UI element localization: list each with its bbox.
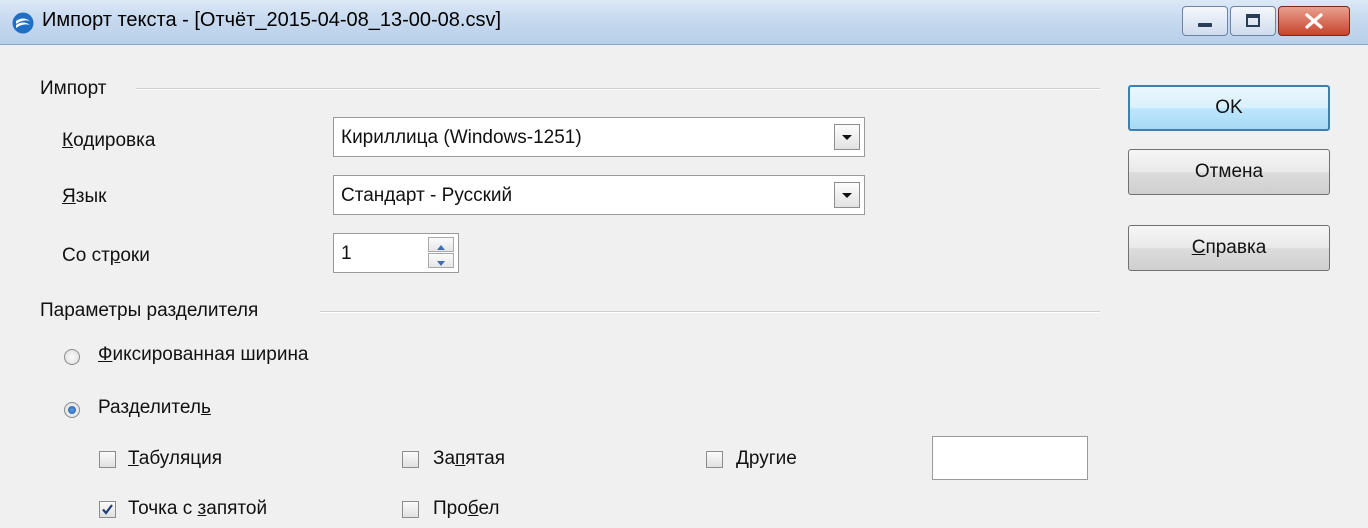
decrement-button[interactable] (428, 253, 454, 268)
space-label[interactable]: Пробел (433, 498, 500, 520)
separator-section-title: Параметры разделителя (40, 300, 259, 321)
comma-checkbox[interactable] (402, 451, 419, 468)
help-button[interactable]: Справка (1128, 225, 1330, 271)
language-value: Стандарт - Русский (341, 185, 513, 206)
separated-by-radio[interactable] (64, 402, 80, 418)
from-row-spinbox[interactable]: 1 (333, 233, 459, 273)
encoding-value: Кириллица (Windows-1251) (341, 127, 582, 148)
office-suite-icon (12, 12, 34, 34)
separated-by-label[interactable]: Разделитель (98, 397, 211, 419)
encoding-label: Кодировка (62, 130, 156, 151)
other-checkbox[interactable] (706, 451, 723, 468)
separator-section-divider (320, 311, 1100, 313)
fixed-width-label[interactable]: Фиксированная ширина (98, 344, 309, 366)
close-icon (1305, 13, 1323, 29)
encoding-select[interactable]: Кириллица (Windows-1251) (333, 117, 865, 157)
increment-button[interactable] (428, 237, 454, 252)
encoding-dropdown-button[interactable] (834, 124, 860, 150)
semicolon-label[interactable]: Точка с запятой (128, 498, 267, 520)
from-row-value: 1 (341, 243, 352, 264)
fixed-width-radio[interactable] (64, 349, 80, 365)
tab-checkbox[interactable] (99, 451, 116, 468)
language-select[interactable]: Стандарт - Русский (333, 175, 865, 215)
close-button[interactable] (1278, 6, 1350, 36)
language-dropdown-button[interactable] (834, 182, 860, 208)
semicolon-checkbox[interactable] (99, 501, 116, 518)
language-label: Язык (62, 186, 107, 207)
minimize-button[interactable] (1182, 6, 1228, 36)
from-row-label: Со строки (62, 245, 150, 266)
other-separator-input[interactable] (932, 436, 1088, 480)
import-text-dialog: Импорт текста - [Отчёт_2015-04-08_13-00-… (0, 0, 1368, 528)
space-checkbox[interactable] (402, 501, 419, 518)
other-label[interactable]: Другие (736, 448, 797, 470)
maximize-button[interactable] (1230, 6, 1276, 36)
minimize-icon (1198, 23, 1212, 27)
comma-label[interactable]: Запятая (433, 448, 505, 470)
import-section-divider (136, 88, 1100, 90)
chevron-down-icon (437, 261, 445, 266)
checkmark-icon (102, 504, 113, 515)
chevron-down-icon (842, 193, 852, 198)
ok-button[interactable]: OK (1128, 85, 1330, 131)
dialog-body: Импорт Кодировка Кириллица (Windows-1251… (0, 45, 1368, 528)
title-bar[interactable]: Импорт текста - [Отчёт_2015-04-08_13-00-… (0, 0, 1368, 45)
maximize-icon (1246, 14, 1260, 27)
tab-label[interactable]: Табуляция (128, 448, 222, 470)
import-section-title: Импорт (40, 78, 107, 99)
from-row-stepper[interactable] (428, 237, 454, 269)
chevron-down-icon (842, 135, 852, 140)
window-title: Импорт текста - [Отчёт_2015-04-08_13-00-… (42, 9, 502, 31)
cancel-button[interactable]: Отмена (1128, 149, 1330, 195)
